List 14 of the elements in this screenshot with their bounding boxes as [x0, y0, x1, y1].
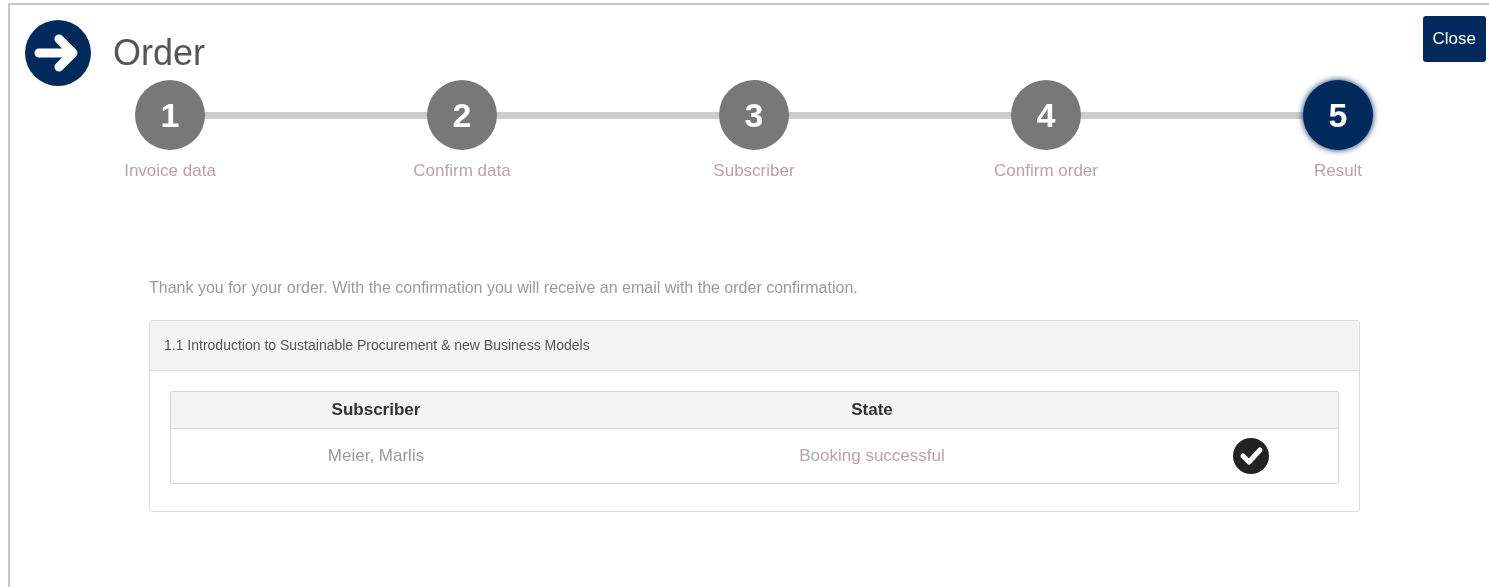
page-title: Order	[113, 31, 206, 75]
confirmation-message: Thank you for your order. With the confirmation you will receive an email with the order confirmation.	[149, 277, 859, 298]
column-header: State	[850, 398, 894, 421]
course-title: 1.1 Introduction to Sustainable Procurement & new Business Models	[150, 320, 1359, 371]
table-cell-text: Meier, Marlis	[326, 444, 426, 467]
table-cell-text: Booking successful	[798, 444, 946, 467]
step-label: Confirm order	[994, 160, 1098, 182]
close-button[interactable]: Close	[1422, 16, 1486, 62]
arrow-right-icon	[25, 20, 91, 86]
step-label: Invoice data	[124, 160, 216, 182]
step-label: Subscriber	[713, 160, 795, 182]
step-label: Confirm data	[413, 160, 511, 182]
column-header: Subscriber	[330, 398, 422, 421]
step-label: Result	[1313, 160, 1363, 182]
